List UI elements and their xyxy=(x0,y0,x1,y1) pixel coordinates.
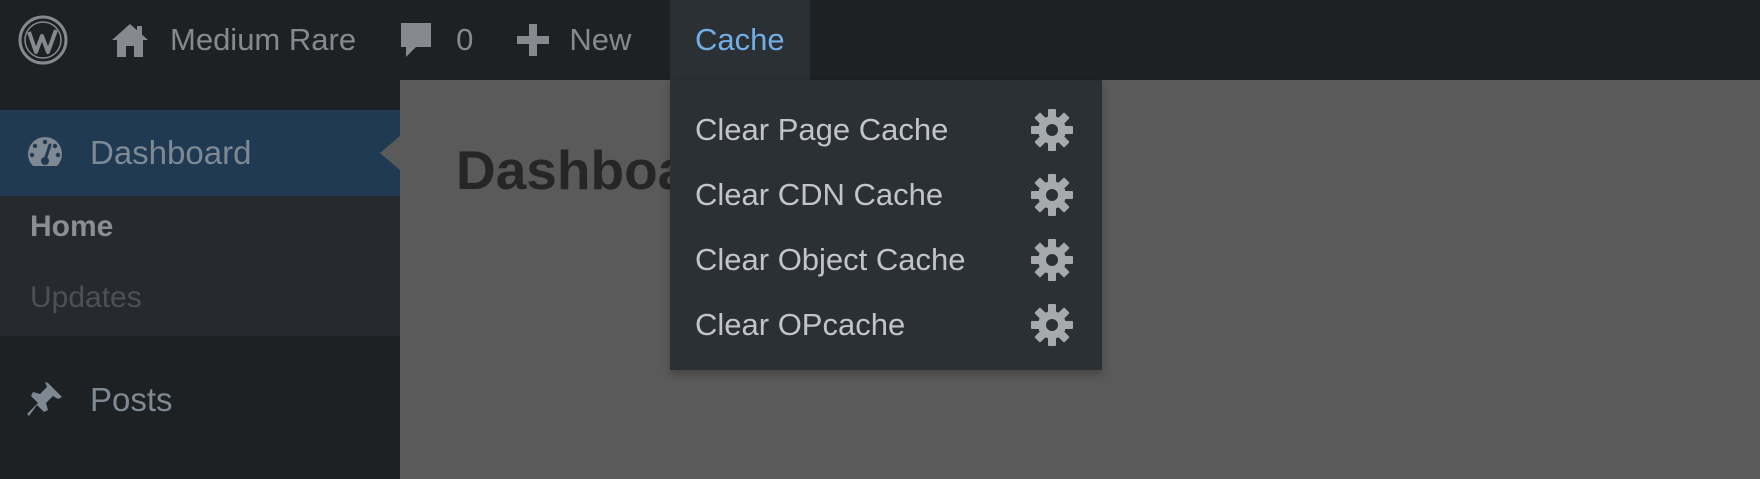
home-icon xyxy=(110,21,150,59)
gear-icon xyxy=(1030,108,1074,152)
menu-item-label: Clear Page Cache xyxy=(695,111,949,147)
wp-admin-screen: Dashboard Dashboard Home Updates Posts M… xyxy=(0,0,1760,479)
clear-cdn-cache-item[interactable]: Clear CDN Cache xyxy=(670,162,1102,227)
cache-dropdown: Clear Page Cache Clear CDN Cache Clear O… xyxy=(670,80,1102,370)
cache-label: Cache xyxy=(695,22,785,57)
cache-menu[interactable]: Cache xyxy=(670,0,810,80)
clear-opcache-item[interactable]: Clear OPcache xyxy=(670,292,1102,357)
comment-bubble-icon xyxy=(398,20,434,60)
gear-icon xyxy=(1030,238,1074,282)
plus-icon xyxy=(515,22,551,58)
site-name-menu[interactable]: Medium Rare xyxy=(86,0,376,80)
dashboard-gauge-icon xyxy=(24,132,66,174)
dashboard-submenu: Home Updates xyxy=(0,196,400,336)
submenu-item-home[interactable]: Home xyxy=(30,210,113,244)
sidebar-item-dashboard[interactable]: Dashboard xyxy=(0,110,400,196)
new-label: New xyxy=(569,22,632,57)
clear-page-cache-item[interactable]: Clear Page Cache xyxy=(670,97,1102,162)
wordpress-logo-icon xyxy=(17,14,69,66)
wp-logo-menu[interactable] xyxy=(0,0,86,80)
menu-item-label: Clear CDN Cache xyxy=(695,176,944,212)
site-name: Medium Rare xyxy=(170,22,357,57)
admin-bar: Medium Rare 0 New Cache xyxy=(0,0,1760,80)
gear-icon xyxy=(1030,173,1074,217)
pushpin-icon xyxy=(24,379,66,421)
sidebar-item-label: Dashboard xyxy=(90,134,252,171)
clear-object-cache-item[interactable]: Clear Object Cache xyxy=(670,227,1102,292)
menu-item-label: Clear Object Cache xyxy=(695,241,966,277)
new-content-menu[interactable]: New xyxy=(495,0,651,80)
submenu-item-updates[interactable]: Updates xyxy=(30,281,142,315)
comments-count: 0 xyxy=(456,22,474,57)
admin-sidebar: Dashboard Home Updates Posts xyxy=(0,80,400,479)
sidebar-item-posts[interactable]: Posts xyxy=(0,360,400,440)
comments-menu[interactable]: 0 xyxy=(376,0,495,80)
gear-icon xyxy=(1030,303,1074,347)
sidebar-item-label: Posts xyxy=(90,381,173,418)
menu-item-label: Clear OPcache xyxy=(695,306,906,342)
current-menu-arrow xyxy=(380,136,400,170)
